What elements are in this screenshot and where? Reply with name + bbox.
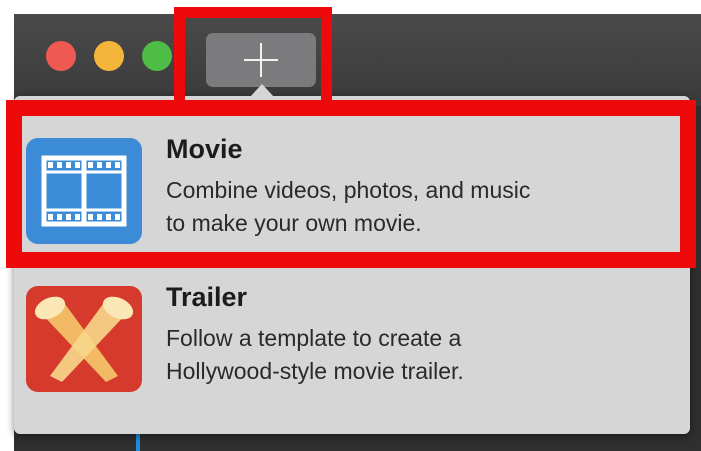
minimize-window-button[interactable] [94,41,124,71]
spotlights-icon-graphic [34,296,134,382]
movie-highlight-box [6,100,696,268]
menu-item-trailer[interactable]: Trailer Follow a template to create a Ho… [14,272,690,402]
add-button-highlight-box [174,7,332,115]
zoom-window-button[interactable] [142,41,172,71]
close-window-button[interactable] [46,41,76,71]
trailer-description-line-1: Follow a template to create a [166,325,462,351]
trailer-description: Follow a template to create a Hollywood-… [166,322,464,388]
trailer-description-line-2: Hollywood-style movie trailer. [166,358,464,384]
trailer-title: Trailer [166,282,248,312]
spotlights-icon [26,286,142,392]
